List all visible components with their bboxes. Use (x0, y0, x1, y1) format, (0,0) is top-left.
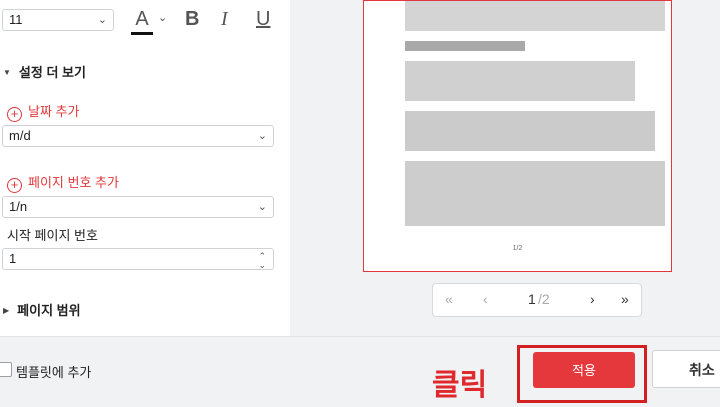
triangle-down-icon: ▼ (3, 68, 11, 77)
plus-circle-icon: + (7, 178, 22, 193)
more-settings-header[interactable]: ▼ 설정 더 보기 (3, 62, 86, 81)
chevron-down-icon: ⌄ (97, 14, 107, 26)
text-color-dropdown-icon[interactable]: ⌄ (158, 11, 167, 24)
page-range-header[interactable]: ▶ 페이지 범위 (3, 300, 81, 319)
plus-circle-icon: + (7, 107, 22, 122)
blurred-text-line (405, 1, 665, 31)
blurred-text-line (405, 41, 525, 51)
triangle-right-icon: ▶ (3, 306, 10, 315)
blurred-text-line (405, 111, 655, 151)
stepper-down-icon[interactable]: ⌄ (258, 255, 266, 275)
cancel-button[interactable]: 취소 (652, 350, 720, 388)
last-page-icon[interactable]: » (621, 291, 629, 307)
font-size-value: 11 (9, 12, 23, 27)
add-page-number-button[interactable]: + 페이지 번호 추가 (7, 172, 119, 193)
start-page-value: 1 (9, 251, 17, 266)
chevron-down-icon: ⌄ (257, 130, 267, 142)
prev-page-icon[interactable]: ‹ (483, 291, 488, 307)
total-pages: /2 (538, 291, 550, 307)
blurred-text-line (405, 61, 635, 101)
pagination: « ‹ 1 /2 › » (432, 283, 642, 317)
text-color-icon: A (135, 8, 149, 30)
first-page-icon[interactable]: « (445, 291, 453, 307)
settings-panel (0, 0, 290, 336)
text-color-button[interactable]: A (131, 8, 153, 35)
date-format-value: m/d (9, 128, 31, 143)
date-format-select[interactable]: m/d ⌄ (2, 125, 274, 147)
next-page-icon[interactable]: › (590, 291, 595, 307)
bold-button[interactable]: B (185, 8, 199, 31)
text-color-swatch (131, 32, 153, 35)
chevron-down-icon: ⌄ (257, 201, 267, 213)
blurred-text-line (405, 161, 665, 226)
document-preview: 1/2 (363, 0, 672, 272)
current-page[interactable]: 1 (528, 291, 536, 307)
underline-button[interactable]: U (256, 8, 270, 31)
page-number-format-value: 1/n (9, 199, 28, 214)
add-template-checkbox[interactable] (0, 362, 12, 377)
add-template-label: 템플릿에 추가 (16, 365, 92, 380)
page-number-stamp: 1/2 (512, 245, 523, 252)
start-page-label: 시작 페이지 번호 (7, 228, 98, 243)
click-annotation: 클릭 (432, 369, 488, 402)
font-size-select[interactable]: 11 ⌄ (2, 9, 114, 31)
italic-button[interactable]: I (221, 8, 228, 31)
add-date-button[interactable]: + 날짜 추가 (7, 101, 79, 122)
page-number-format-select[interactable]: 1/n ⌄ (2, 196, 274, 218)
apply-button[interactable]: 적용 (533, 352, 635, 388)
start-page-stepper[interactable]: 1 ⌃ ⌄ (2, 248, 274, 270)
